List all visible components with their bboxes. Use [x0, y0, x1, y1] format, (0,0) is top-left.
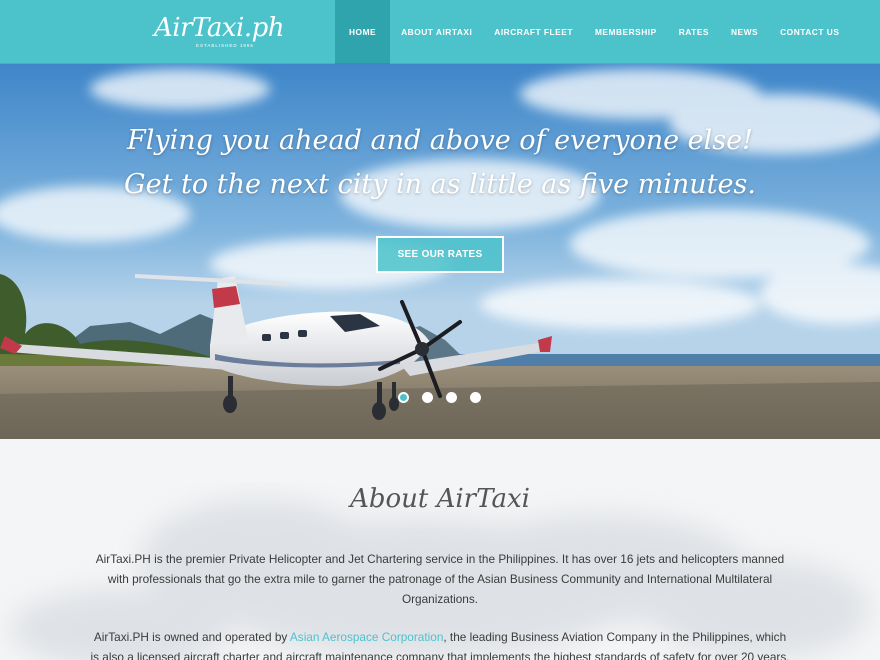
logo-established: ESTABLISHED 1996: [196, 43, 254, 48]
about-paragraph-2: AirTaxi.PH is owned and operated by Asia…: [90, 627, 790, 660]
hero-headline-line1: Flying you ahead and above of everyone e…: [127, 125, 753, 156]
slider-dot-4[interactable]: [470, 392, 481, 403]
slider-dot-3[interactable]: [446, 392, 457, 403]
about-section: About AirTaxi AirTaxi.PH is the premier …: [0, 439, 880, 660]
slider-dot-2[interactable]: [422, 392, 433, 403]
see-our-rates-button[interactable]: SEE OUR RATES: [376, 236, 504, 273]
nav-contact-us[interactable]: CONTACT US: [769, 0, 850, 64]
about-paragraph-1: AirTaxi.PH is the premier Private Helico…: [95, 552, 785, 606]
logo-wordmark: AirTaxi.ph: [154, 13, 284, 43]
asian-aerospace-link[interactable]: Asian Aerospace Corporation: [290, 630, 443, 644]
airtaxi-logo[interactable]: AirTaxi.ph ESTABLISHED 1996: [154, 13, 284, 53]
about-heading: About AirTaxi: [350, 484, 530, 514]
nav-about-airtaxi[interactable]: ABOUT AIRTAXI: [390, 0, 483, 64]
main-menu: HOME ABOUT AIRTAXI AIRCRAFT FLEET MEMBER…: [335, 0, 850, 64]
about-paragraph-2-start: AirTaxi.PH is owned and operated by: [93, 630, 290, 644]
nav-rates[interactable]: RATES: [668, 0, 720, 64]
nav-aircraft-fleet[interactable]: AIRCRAFT FLEET: [483, 0, 584, 64]
nav-news[interactable]: NEWS: [720, 0, 769, 64]
nav-membership[interactable]: MEMBERSHIP: [584, 0, 668, 64]
nav-home[interactable]: HOME: [335, 0, 391, 64]
top-navbar: AirTaxi.ph ESTABLISHED 1996 HOME ABOUT A…: [0, 0, 880, 64]
slider-dot-1[interactable]: [398, 392, 409, 403]
hero-slider: Flying you ahead and above of everyone e…: [0, 64, 880, 439]
hero-headline-line2: Get to the next city in as little as fiv…: [124, 169, 756, 200]
slider-pagination: [398, 392, 481, 403]
